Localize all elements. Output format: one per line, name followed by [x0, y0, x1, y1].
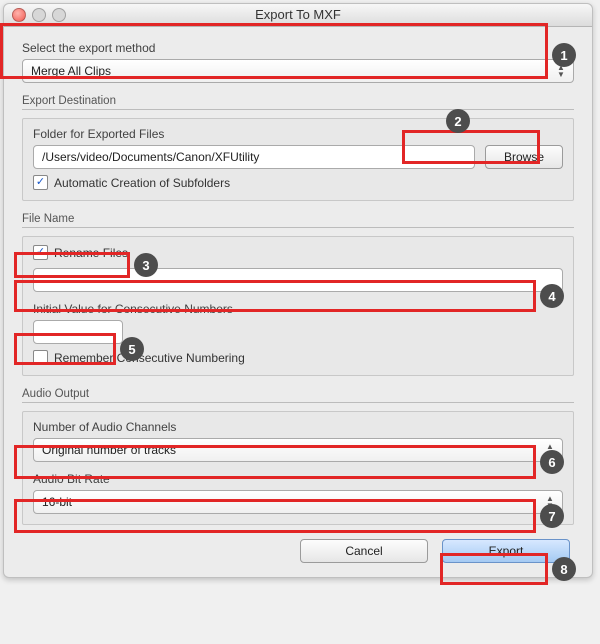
footer-buttons: Cancel Export — [22, 539, 574, 563]
close-icon[interactable] — [12, 8, 26, 22]
browse-button[interactable]: Browse — [485, 145, 563, 169]
audio-bitrate-select[interactable]: 16-bit ▲▼ — [33, 490, 563, 514]
chevron-updown-icon: ▲▼ — [542, 441, 558, 459]
remember-numbering-checkbox[interactable] — [33, 350, 48, 365]
remember-numbering-row[interactable]: Remember Consecutive Numbering — [33, 350, 563, 365]
audio-channels-label: Number of Audio Channels — [33, 420, 563, 434]
auto-subfolders-checkbox[interactable]: ✓ — [33, 175, 48, 190]
initial-value-label: Initial Value for Consecutive Numbers — [33, 302, 563, 316]
titlebar: Export To MXF — [4, 4, 592, 27]
zoom-icon[interactable] — [52, 8, 66, 22]
minimize-icon[interactable] — [32, 8, 46, 22]
export-destination-fieldset: Folder for Exported Files /Users/video/D… — [22, 118, 574, 201]
initial-value-input[interactable] — [33, 320, 123, 344]
export-method-select[interactable]: Merge All Clips ▲▼ — [22, 59, 574, 83]
export-method-label: Select the export method — [22, 41, 574, 55]
filename-input[interactable] — [33, 268, 563, 292]
export-destination-legend: Export Destination — [22, 95, 574, 107]
filename-section: File Name ✓ Rename Files Initial Value f… — [22, 213, 574, 376]
cancel-button[interactable]: Cancel — [300, 539, 428, 563]
export-button[interactable]: Export — [442, 539, 570, 563]
filename-fieldset: ✓ Rename Files Initial Value for Consecu… — [22, 236, 574, 376]
export-window: Export To MXF Select the export method M… — [3, 3, 593, 578]
export-destination-section: Export Destination Folder for Exported F… — [22, 95, 574, 201]
window-title: Export To MXF — [255, 7, 341, 22]
folder-path-value: /Users/video/Documents/Canon/XFUtility — [42, 150, 259, 164]
separator — [22, 227, 574, 228]
chevron-updown-icon: ▲▼ — [542, 493, 558, 511]
dialog-content: Select the export method Merge All Clips… — [4, 27, 592, 577]
audio-channels-select[interactable]: Original number of tracks ▲▼ — [33, 438, 563, 462]
audio-output-legend: Audio Output — [22, 388, 574, 400]
separator — [22, 109, 574, 110]
audio-bitrate-value: 16-bit — [42, 495, 72, 509]
audio-bitrate-label: Audio Bit Rate — [33, 472, 563, 486]
chevron-updown-icon: ▲▼ — [553, 62, 569, 80]
export-method-value: Merge All Clips — [31, 64, 111, 78]
window-controls — [12, 8, 66, 22]
rename-files-checkbox[interactable]: ✓ — [33, 245, 48, 260]
rename-files-label: Rename Files — [54, 246, 128, 260]
auto-subfolders-label: Automatic Creation of Subfolders — [54, 176, 230, 190]
remember-numbering-label: Remember Consecutive Numbering — [54, 351, 245, 365]
audio-output-section: Audio Output Number of Audio Channels Or… — [22, 388, 574, 525]
filename-legend: File Name — [22, 213, 574, 225]
separator — [22, 402, 574, 403]
audio-output-fieldset: Number of Audio Channels Original number… — [22, 411, 574, 525]
folder-label: Folder for Exported Files — [33, 127, 563, 141]
auto-subfolders-row[interactable]: ✓ Automatic Creation of Subfolders — [33, 175, 563, 190]
folder-path-input[interactable]: /Users/video/Documents/Canon/XFUtility — [33, 145, 475, 169]
rename-files-row[interactable]: ✓ Rename Files — [33, 245, 563, 260]
audio-channels-value: Original number of tracks — [42, 443, 176, 457]
